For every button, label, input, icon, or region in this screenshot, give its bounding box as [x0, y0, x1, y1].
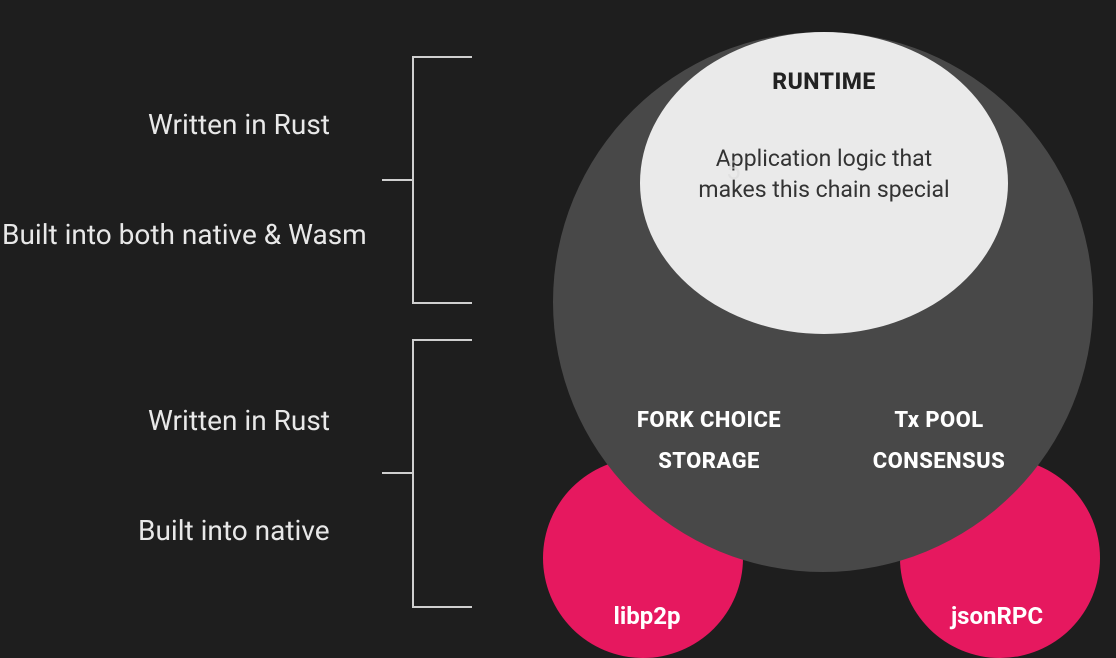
ear-jsonrpc-label: jsonRPC — [951, 602, 1043, 630]
bracket-bottom-tick — [382, 472, 412, 474]
ear-libp2p-label: libp2p — [614, 602, 681, 630]
diagram-stage: Written in Rust Built into both native &… — [0, 0, 1116, 645]
node-module-consensus: CONSENSUS — [824, 449, 1054, 474]
bracket-top — [412, 56, 472, 304]
runtime-circle: RUNTIME Application logic that makes thi… — [640, 32, 1008, 334]
page-number: 5 — [726, 156, 741, 186]
label-top-2: Built into both native & Wasm — [2, 218, 367, 251]
node-module-storage: STORAGE — [594, 449, 824, 474]
label-bot-1: Written in Rust — [148, 404, 330, 437]
node-modules-grid: FORK CHOICE Tx POOL STORAGE CONSENSUS — [594, 408, 1054, 490]
bracket-top-tick — [382, 179, 412, 181]
label-top-1: Written in Rust — [148, 108, 330, 141]
runtime-title: RUNTIME — [772, 68, 875, 95]
node-module-tx-pool: Tx POOL — [824, 408, 1054, 433]
bracket-bottom — [412, 339, 472, 608]
label-bot-2: Built into native — [138, 514, 330, 547]
node-module-fork-choice: FORK CHOICE — [594, 408, 824, 433]
